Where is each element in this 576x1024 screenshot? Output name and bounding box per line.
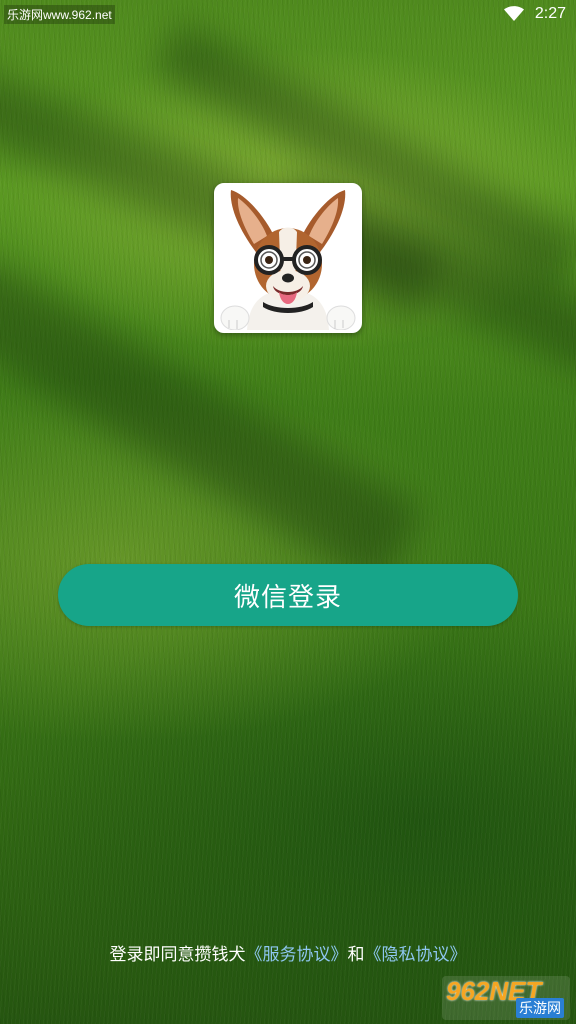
watermark-badge: 962NET 乐游网: [442, 976, 570, 1020]
agreement-conjunction: 和: [347, 945, 365, 965]
dog-with-glasses-icon: [217, 186, 359, 330]
service-agreement-link[interactable]: 《服务协议》: [246, 945, 348, 965]
status-bar: 乐游网www.962.net 2:27: [0, 0, 576, 30]
wechat-login-button[interactable]: 微信登录: [58, 564, 518, 626]
watermark-name: 乐游网: [516, 998, 564, 1018]
agreement-text: 登录即同意攒钱犬《服务协议》和《隐私协议》: [0, 940, 576, 965]
dog-avatar: [214, 183, 362, 333]
privacy-agreement-link[interactable]: 《隐私协议》: [365, 945, 467, 965]
login-screen: 乐游网www.962.net 2:27 微信登录 登录即同意攒钱犬《服务协议》和…: [0, 0, 576, 1024]
watermark-text: 乐游网www.962.net: [4, 5, 115, 24]
agreement-prefix: 登录即同意攒钱犬: [109, 945, 246, 965]
clock: 2:27: [534, 5, 566, 22]
wifi-icon: [504, 6, 524, 22]
grass-background: [0, 0, 576, 1024]
